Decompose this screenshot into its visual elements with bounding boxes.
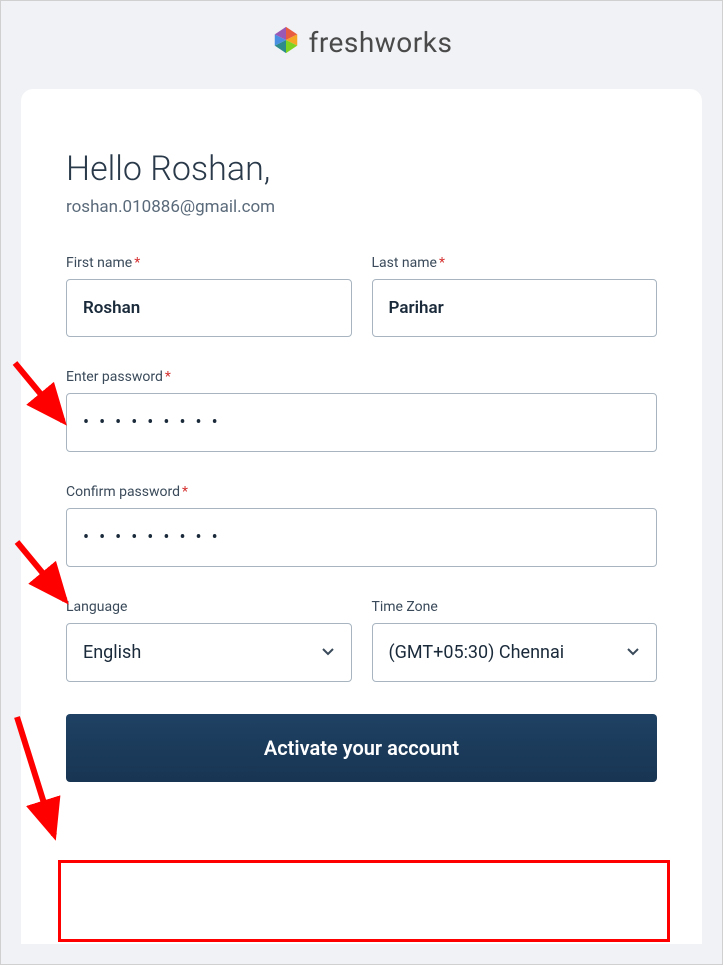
confirm-password-label: Confirm password*	[66, 484, 657, 500]
first-name-input[interactable]	[66, 279, 352, 337]
language-label: Language	[66, 599, 352, 615]
password-input[interactable]	[66, 393, 657, 452]
confirm-password-input[interactable]	[66, 508, 657, 567]
last-name-input[interactable]	[372, 279, 658, 337]
timezone-field: Time Zone (GMT+05:30) Chennai	[372, 599, 658, 682]
last-name-field: Last name*	[372, 255, 658, 337]
signup-card: Hello Roshan, roshan.010886@gmail.com Fi…	[21, 89, 702, 944]
language-field: Language English	[66, 599, 352, 682]
first-name-field: First name*	[66, 255, 352, 337]
user-email: roshan.010886@gmail.com	[66, 197, 657, 217]
last-name-label: Last name*	[372, 255, 658, 271]
freshworks-logo-icon	[271, 25, 301, 59]
brand-name: freshworks	[309, 26, 453, 59]
password-label: Enter password*	[66, 369, 657, 385]
activate-button[interactable]: Activate your account	[66, 714, 657, 782]
greeting: Hello Roshan,	[66, 149, 657, 189]
timezone-select[interactable]: (GMT+05:30) Chennai	[372, 623, 658, 682]
header: freshworks	[1, 1, 722, 89]
timezone-label: Time Zone	[372, 599, 658, 615]
brand-logo: freshworks	[271, 25, 453, 59]
first-name-label: First name*	[66, 255, 352, 271]
language-select[interactable]: English	[66, 623, 352, 682]
confirm-password-field: Confirm password*	[66, 484, 657, 567]
password-field: Enter password*	[66, 369, 657, 452]
